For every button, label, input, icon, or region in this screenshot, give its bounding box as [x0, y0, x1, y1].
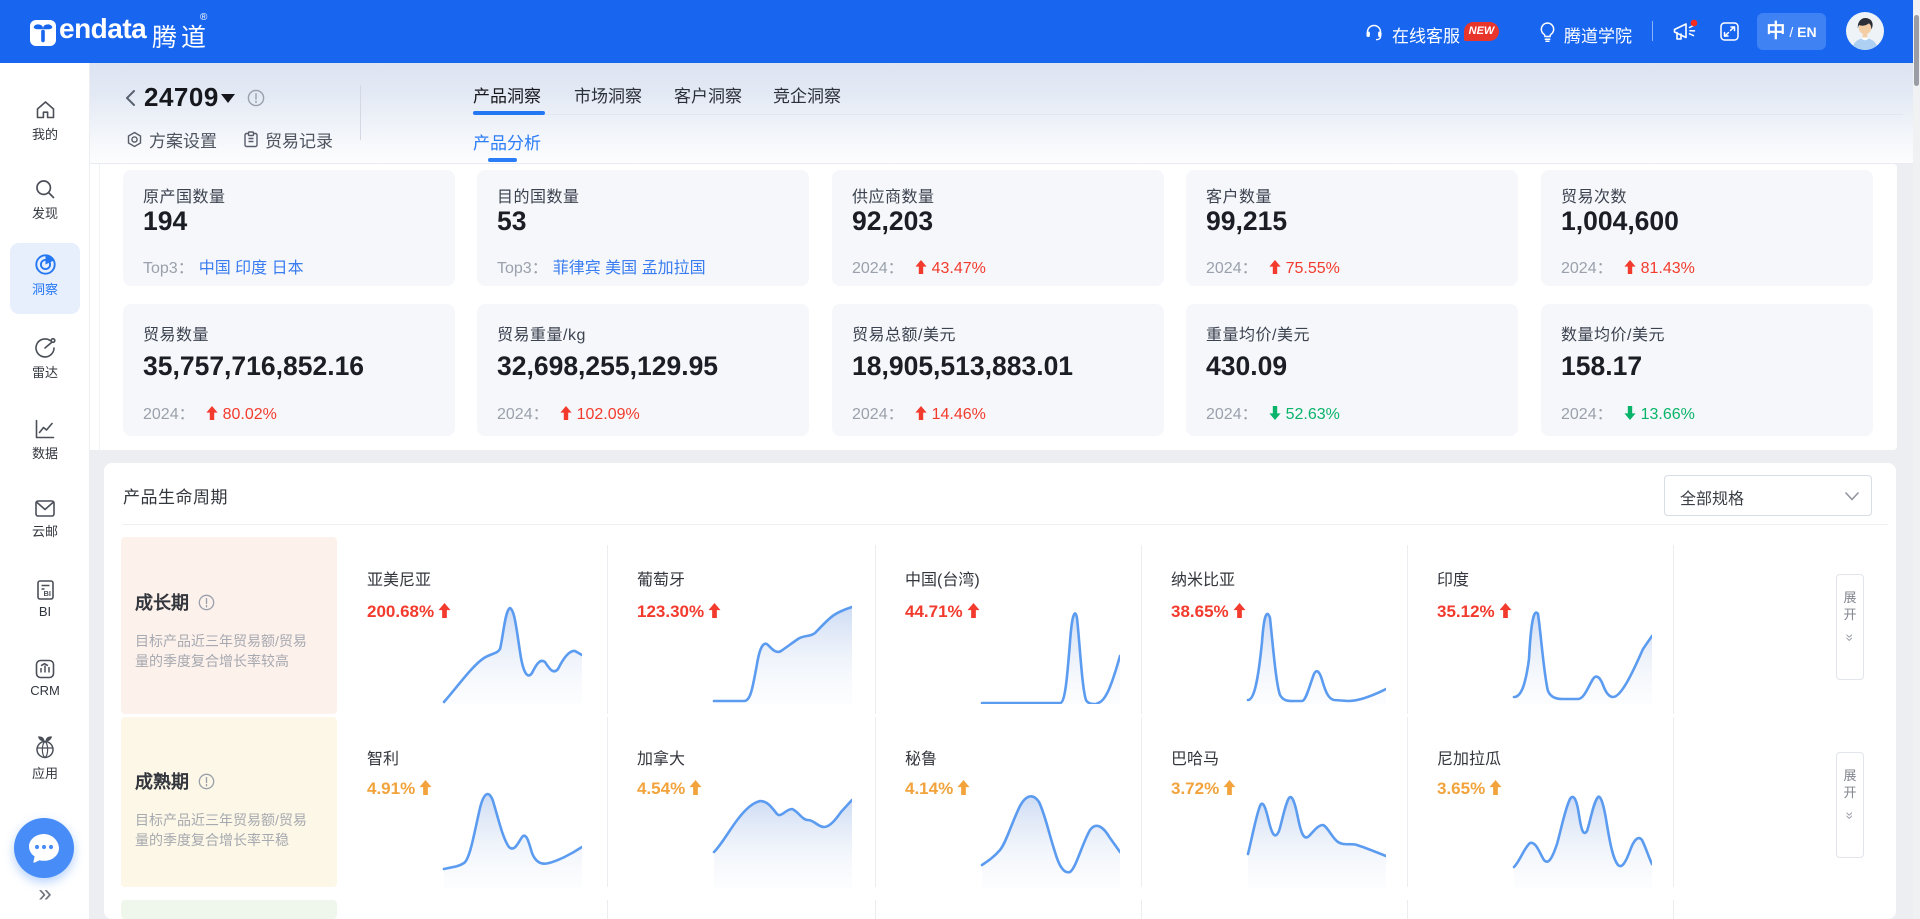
svg-text:BI: BI [43, 589, 51, 598]
